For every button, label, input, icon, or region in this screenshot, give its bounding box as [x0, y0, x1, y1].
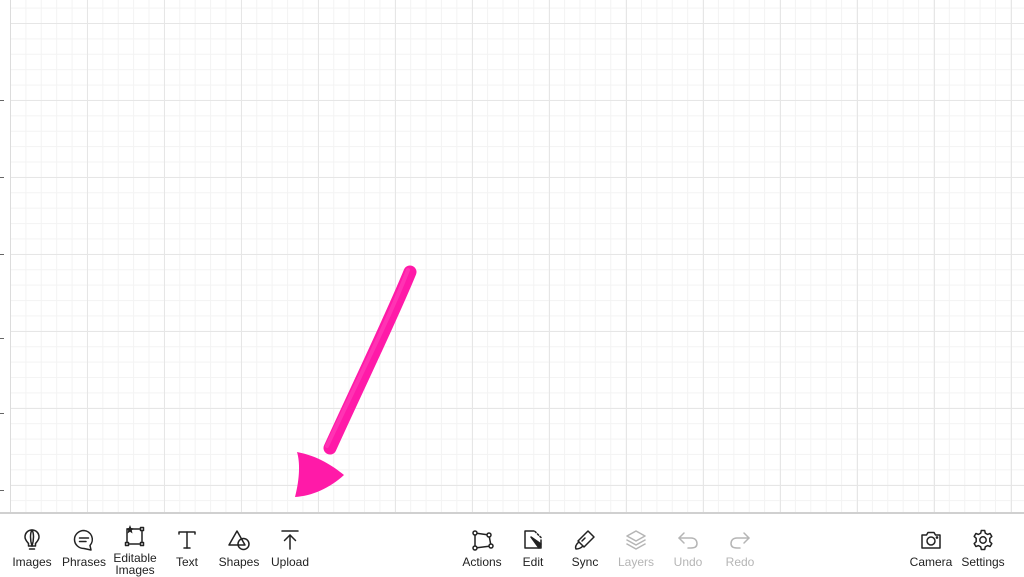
sync-icon	[574, 530, 595, 550]
images-button[interactable]: Images	[6, 528, 58, 568]
gear-icon	[973, 529, 993, 551]
upload-icon	[281, 530, 299, 550]
text-label: Text	[175, 555, 198, 569]
camera-icon	[921, 531, 941, 549]
text-button[interactable]: Text	[161, 528, 213, 568]
shapes-label: Shapes	[218, 555, 260, 569]
camera-button[interactable]: Camera	[905, 528, 957, 568]
shapes-icon	[228, 530, 250, 551]
upload-button[interactable]: Upload	[264, 528, 316, 568]
speech-bubble-icon	[73, 529, 94, 551]
pink-arrow-annotation	[295, 265, 417, 497]
settings-button[interactable]: Settings	[957, 528, 1009, 568]
layers-label: Layers	[617, 555, 655, 569]
undo-icon	[678, 532, 698, 549]
redo-label: Redo	[725, 555, 755, 569]
text-icon	[178, 531, 196, 549]
edit-button[interactable]: Edit	[507, 528, 559, 568]
edit-label: Edit	[522, 555, 544, 569]
phrases-button[interactable]: Phrases	[58, 528, 110, 568]
editable-image-icon	[124, 525, 145, 547]
lightbulb-icon	[24, 529, 40, 550]
actions-label: Actions	[462, 555, 502, 569]
layers-icon	[626, 530, 646, 550]
layers-button[interactable]: Layers	[610, 528, 662, 568]
undo-label: Undo	[673, 555, 703, 569]
sync-label: Sync	[571, 555, 599, 569]
upload-label: Upload	[270, 555, 310, 569]
phrases-label: Phrases	[61, 555, 107, 569]
sync-button[interactable]: Sync	[559, 528, 611, 568]
editable-images-button[interactable]: Editable Images	[109, 524, 161, 576]
images-label: Images	[12, 555, 52, 569]
edit-icon	[524, 530, 543, 549]
undo-button[interactable]: Undo	[662, 528, 714, 568]
actions-icon	[472, 530, 494, 551]
redo-button[interactable]: Redo	[714, 528, 766, 568]
bottom-toolbar: Images Phrases Editable Images Text Shap…	[0, 512, 1024, 576]
settings-label: Settings	[961, 555, 1005, 569]
camera-label: Camera	[909, 555, 953, 569]
redo-icon	[730, 532, 750, 549]
actions-button[interactable]: Actions	[456, 528, 508, 568]
editable-images-label: Editable Images	[113, 551, 157, 577]
shapes-button[interactable]: Shapes	[213, 528, 265, 568]
design-canvas[interactable]	[0, 0, 1024, 512]
